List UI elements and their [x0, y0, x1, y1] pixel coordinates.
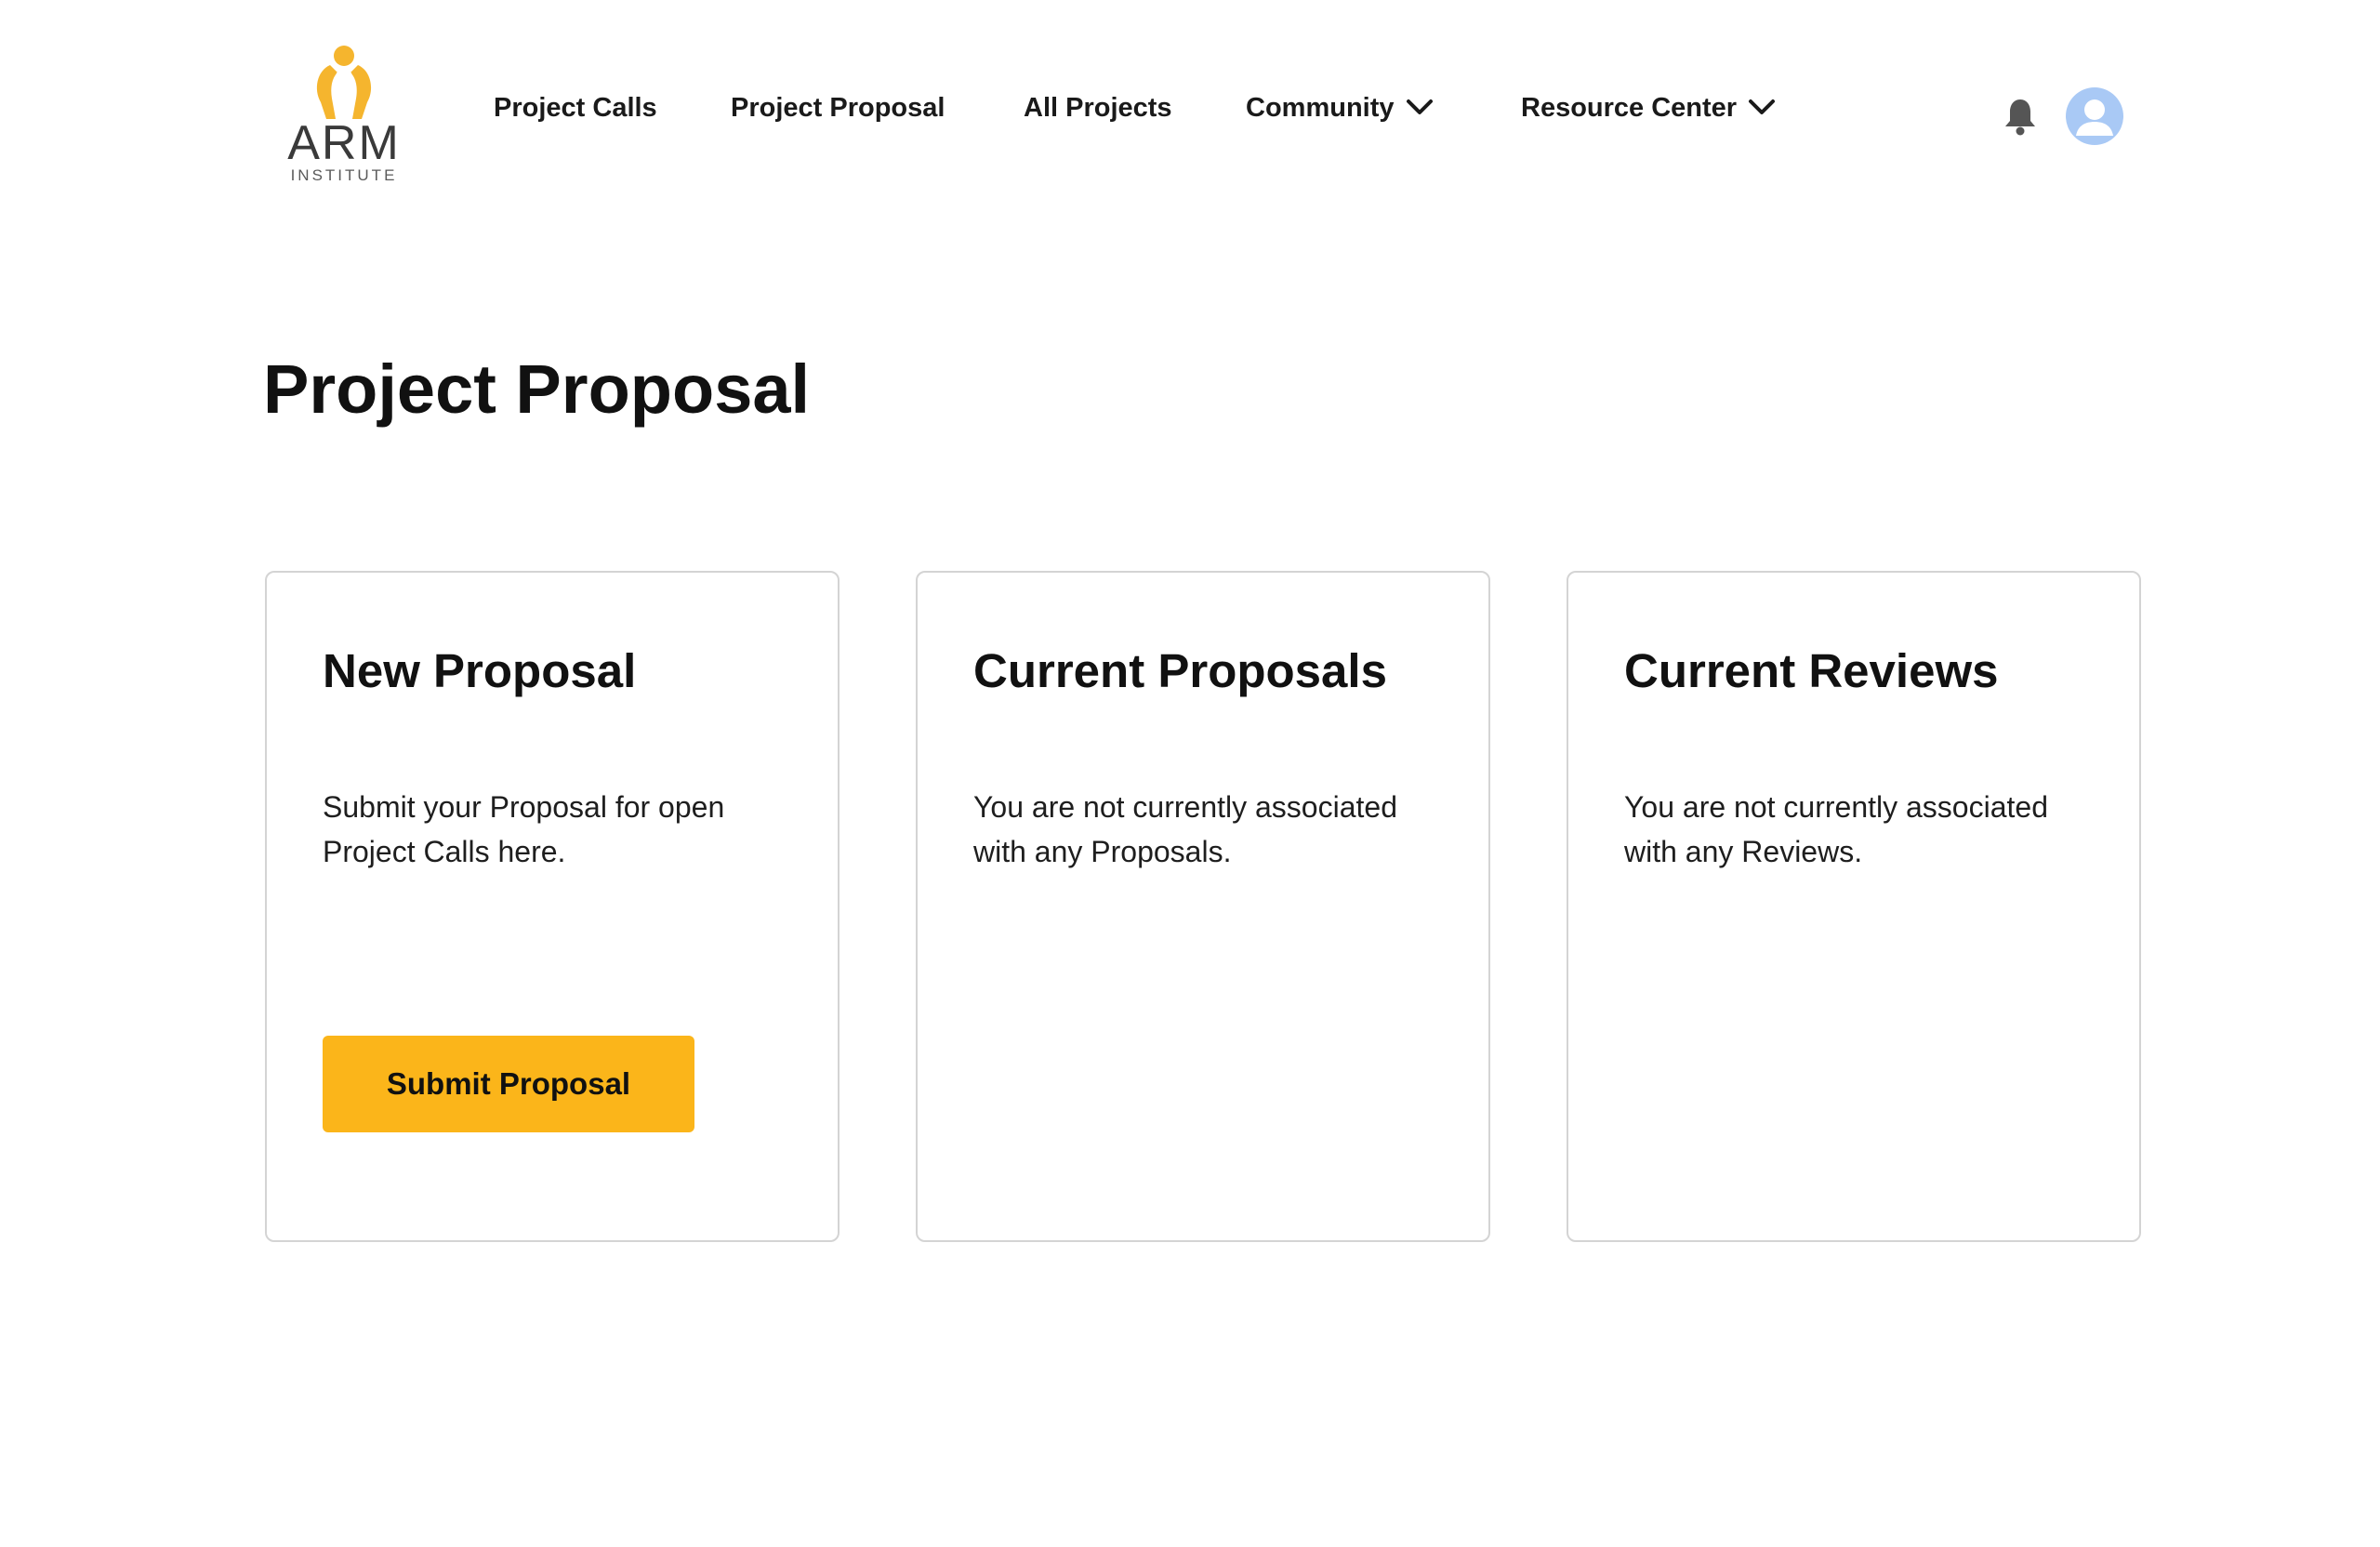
- chevron-down-icon: [1406, 93, 1434, 124]
- nav-label: Project Calls: [494, 93, 657, 123]
- new-proposal-card: New Proposal Submit your Proposal for op…: [265, 571, 840, 1242]
- arm-figure-icon: [316, 46, 372, 119]
- bell-icon[interactable]: [2003, 97, 2038, 136]
- card-text: Submit your Proposal for open Project Ca…: [323, 790, 725, 868]
- user-icon: [2076, 99, 2113, 136]
- arm-institute-logo[interactable]: ARM INSTITUTE: [279, 45, 409, 184]
- nav-resource-center[interactable]: Resource Center: [1521, 93, 1776, 124]
- card-title: Current Proposals: [973, 644, 1387, 697]
- nav-project-calls[interactable]: Project Calls: [494, 93, 657, 124]
- current-proposals-card: Current Proposals You are not currently …: [916, 571, 1490, 1242]
- nav-label: All Projects: [1024, 93, 1172, 123]
- page-title: Project Proposal: [263, 350, 811, 428]
- chevron-down-icon: [1748, 93, 1776, 124]
- nav-label: Project Proposal: [731, 93, 945, 123]
- logo-wordmark: ARM: [287, 116, 401, 170]
- card-title: Current Reviews: [1624, 644, 1999, 697]
- logo-subtitle: INSTITUTE: [290, 166, 398, 184]
- nav-label: Community: [1246, 93, 1395, 123]
- top-header: ARM INSTITUTE Project Calls Project Prop…: [0, 0, 2380, 205]
- user-avatar[interactable]: [2066, 87, 2123, 145]
- submit-proposal-button[interactable]: Submit Proposal: [323, 1036, 694, 1132]
- nav-project-proposal[interactable]: Project Proposal: [731, 93, 945, 124]
- card-text: You are not currently associated with an…: [1624, 790, 2048, 868]
- nav-all-projects[interactable]: All Projects: [1024, 93, 1172, 124]
- nav-label: Resource Center: [1521, 93, 1738, 123]
- card-text: You are not currently associated with an…: [973, 790, 1397, 868]
- card-title: New Proposal: [323, 644, 637, 697]
- current-reviews-card: Current Reviews You are not currently as…: [1567, 571, 2141, 1242]
- nav-community[interactable]: Community: [1246, 93, 1434, 124]
